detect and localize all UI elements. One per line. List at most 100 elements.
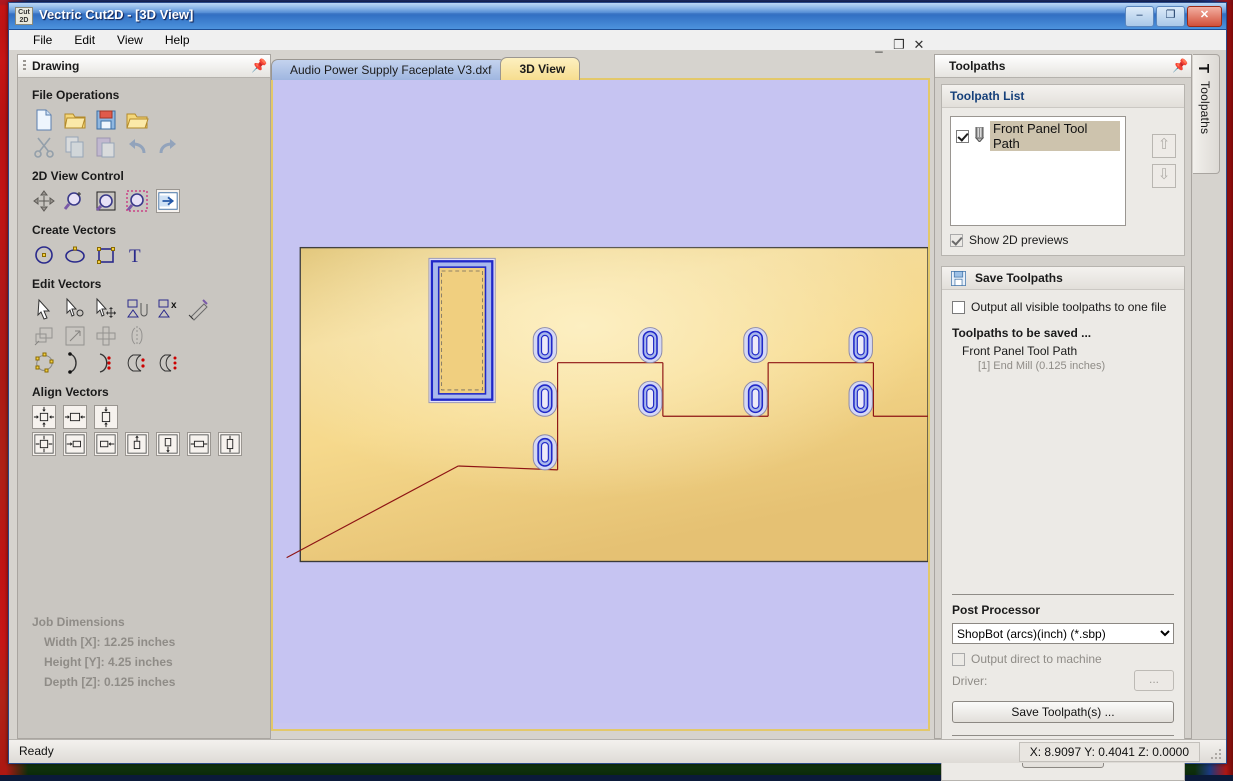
zoom-box-icon[interactable] xyxy=(125,189,149,213)
align-top-icon[interactable] xyxy=(125,432,149,456)
menu-item-file[interactable]: File xyxy=(23,31,62,49)
tab-3d-view[interactable]: 3D View xyxy=(500,57,580,80)
output-one-file-row[interactable]: Output all visible toolpaths to one file xyxy=(952,300,1174,314)
new-file-icon[interactable] xyxy=(32,108,56,132)
move-select-icon[interactable] xyxy=(94,297,118,321)
toolpath-visible-checkbox[interactable] xyxy=(956,130,969,143)
toolpaths-side-tab[interactable]: T Toolpaths xyxy=(1193,54,1220,174)
show-2d-previews-checkbox[interactable] xyxy=(950,234,963,247)
align-centre-vertical-icon[interactable] xyxy=(94,405,118,429)
align-left-icon[interactable] xyxy=(63,432,87,456)
file-operations-row-1 xyxy=(32,108,270,132)
trim-start-icon[interactable] xyxy=(63,351,87,375)
paste-icon[interactable] xyxy=(94,135,118,159)
mdi-minimize-button[interactable]: _ xyxy=(872,38,886,53)
trim-mid-icon[interactable] xyxy=(94,351,118,375)
offset-vectors-icon[interactable] xyxy=(32,324,56,348)
view-frame xyxy=(271,78,930,731)
copy-icon[interactable] xyxy=(63,135,87,159)
group-title-create-vectors: Create Vectors xyxy=(32,223,270,237)
driver-browse-button[interactable]: ... xyxy=(1134,670,1174,691)
align-bottom-icon[interactable] xyxy=(156,432,180,456)
minimize-button[interactable]: – xyxy=(1125,6,1154,27)
zoom-to-drawing-icon[interactable] xyxy=(156,189,180,213)
output-direct-row: Output direct to machine xyxy=(952,652,1174,666)
close-button[interactable]: ✕ xyxy=(1187,6,1222,27)
array-copy-icon[interactable] xyxy=(94,324,118,348)
toolpaths-to-be-saved-title: Toolpaths to be saved ... xyxy=(952,326,1174,340)
mdi-restore-button[interactable]: ❐ xyxy=(892,37,906,53)
maximize-button[interactable]: ❐ xyxy=(1156,6,1185,27)
toolpath-name: Front Panel Tool Path xyxy=(990,121,1120,151)
window-title: Vectric Cut2D - [3D View] xyxy=(39,7,193,22)
toolpath-list-body: Front Panel Tool Path ⇧ ⇩ Show 2D previe… xyxy=(942,108,1184,255)
resize-grip[interactable] xyxy=(1209,747,1223,761)
toolpath-order-buttons: ⇧ ⇩ xyxy=(1152,134,1176,188)
pan-view-icon[interactable] xyxy=(32,189,56,213)
join-vectors-icon[interactable] xyxy=(125,297,149,321)
zoom-in-icon[interactable] xyxy=(63,189,87,213)
show-2d-previews-row[interactable]: Show 2D previews xyxy=(950,233,1176,247)
measure-icon[interactable] xyxy=(187,297,211,321)
edit-vectors-row-1: x xyxy=(32,297,270,321)
menu-item-edit[interactable]: Edit xyxy=(64,31,105,49)
toolpath-list[interactable]: Front Panel Tool Path xyxy=(950,116,1126,226)
circle-tool-icon[interactable] xyxy=(32,243,56,267)
scale-vectors-icon[interactable] xyxy=(63,324,87,348)
node-edit-icon[interactable] xyxy=(63,297,87,321)
align-centre-icon[interactable] xyxy=(32,405,56,429)
redo-icon[interactable] xyxy=(156,135,180,159)
status-bar: Ready X: 8.9097 Y: 0.4041 Z: 0.0000 xyxy=(9,739,1226,763)
align-mid-horizontal-icon[interactable] xyxy=(187,432,211,456)
divider xyxy=(952,594,1174,595)
output-one-file-checkbox[interactable] xyxy=(952,301,965,314)
align-material-centre-icon[interactable] xyxy=(32,432,56,456)
cut-icon[interactable] xyxy=(32,135,56,159)
menu-item-view[interactable]: View xyxy=(107,31,153,49)
pin-icon[interactable]: 📌 xyxy=(1172,59,1185,72)
tab-2d-view[interactable]: Audio Power Supply Faceplate V3.dxf xyxy=(271,59,506,80)
application-window: Cut 2D Vectric Cut2D - [3D View] – ❐ ✕ F… xyxy=(8,2,1227,764)
edit-vectors-row-3 xyxy=(32,351,270,375)
save-toolpaths-header: Save Toolpaths xyxy=(942,267,1184,290)
save-file-icon[interactable] xyxy=(94,108,118,132)
align-mid-vertical-icon[interactable] xyxy=(218,432,242,456)
list-item[interactable]: Front Panel Tool Path xyxy=(954,120,1122,152)
rectangle-tool-icon[interactable] xyxy=(94,243,118,267)
node-points-icon[interactable] xyxy=(32,351,56,375)
undo-icon[interactable] xyxy=(125,135,149,159)
app-icon: Cut 2D xyxy=(15,7,33,25)
mirror-vectors-icon[interactable] xyxy=(125,324,149,348)
output-direct-checkbox xyxy=(952,653,965,666)
job-dimensions: Job Dimensions Width [X]: 12.25 inches H… xyxy=(32,612,175,692)
close-vector-icon[interactable]: x xyxy=(156,297,180,321)
file-operations-row-2 xyxy=(32,135,270,159)
select-arrow-icon[interactable] xyxy=(32,297,56,321)
text-tool-icon[interactable]: T xyxy=(125,243,149,267)
divider-2 xyxy=(952,735,1174,736)
post-processor-select[interactable]: ShopBot (arcs)(inch) (*.sbp) xyxy=(952,623,1174,644)
save-toolpaths-button[interactable]: Save Toolpath(s) ... xyxy=(952,701,1174,723)
edit-vectors-row-2 xyxy=(32,324,270,348)
drawing-panel-header: Drawing 📌 xyxy=(18,55,270,78)
pin-icon[interactable]: 📌 xyxy=(251,59,264,72)
import-file-icon[interactable] xyxy=(125,108,149,132)
fillet-icon[interactable] xyxy=(125,351,149,375)
save-disk-icon xyxy=(950,270,967,287)
mdi-close-button[interactable]: ✕ xyxy=(912,37,926,53)
job-dimension-width: Width [X]: 12.25 inches xyxy=(44,632,175,652)
open-file-icon[interactable] xyxy=(63,108,87,132)
menu-item-help[interactable]: Help xyxy=(155,31,200,49)
align-right-icon[interactable] xyxy=(94,432,118,456)
arrow-down-icon[interactable]: ⇩ xyxy=(1152,164,1176,188)
ellipse-tool-icon[interactable] xyxy=(63,243,87,267)
cursor-coordinates: X: 8.9097 Y: 0.4041 Z: 0.0000 xyxy=(1019,742,1200,762)
arrow-up-icon[interactable]: ⇧ xyxy=(1152,134,1176,158)
group-title-align-vectors: Align Vectors xyxy=(32,385,270,399)
align-centre-horizontal-icon[interactable] xyxy=(63,405,87,429)
zoom-extents-icon[interactable] xyxy=(94,189,118,213)
fillet-alt-icon[interactable] xyxy=(156,351,180,375)
group-title-2d-view-control: 2D View Control xyxy=(32,169,270,183)
3d-view-canvas[interactable] xyxy=(273,80,928,723)
main-body: Drawing 📌 File Operations 2D View Contro… xyxy=(9,50,1226,739)
